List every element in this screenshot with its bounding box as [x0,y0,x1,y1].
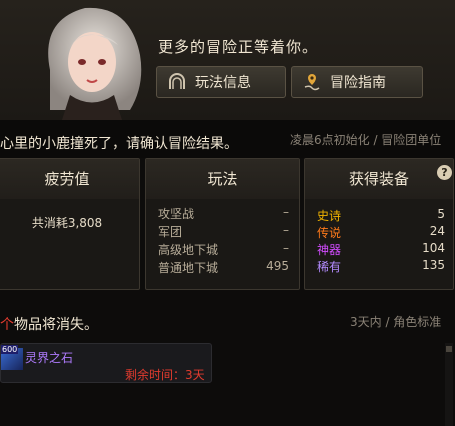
vanishing-item-card[interactable]: 600 灵界之石 剩余时间：3天 [0,343,212,383]
play-row-label: 攻坚战 [158,207,195,221]
play-info-button[interactable]: 玩法信息 [156,66,286,98]
play-info-label: 玩法信息 [195,75,251,91]
equipment-row: 稀有 135 [317,258,445,276]
equipment-row: 史诗 5 [317,207,445,225]
equipment-row-value: 135 [422,258,445,272]
fatigue-panel: 疲劳值 共消耗3,808 [0,158,140,290]
fatigue-total-value: 3,808 [67,216,103,230]
vanish-title: 个物品将消失。 [0,314,98,334]
vanish-hint: 3天内 / 角色标准 [350,315,442,329]
play-row-label: 高级地下城 [158,243,219,257]
reset-info: 凌晨6点初始化 / 冒险团单位 [290,133,442,147]
equipment-row-label: 史诗 [317,209,342,223]
play-row: 攻坚战 – [158,205,289,222]
play-panel: 玩法 攻坚战 – 军团 – 高级地下城 – 普通地下城 495 [145,158,300,290]
equipment-row-value: 104 [422,241,445,255]
greeting-text: 更多的冒险正等着你。 [158,38,319,56]
map-pin-icon [304,74,320,91]
equipment-row-label: 传说 [317,226,342,240]
scrollbar-thumb[interactable] [446,346,452,352]
equipment-row: 传说 24 [317,224,445,242]
play-row: 高级地下城 – [158,241,289,258]
character-portrait [30,0,150,120]
equipment-row-label: 神器 [317,243,342,257]
equipment-row-label: 稀有 [317,260,342,274]
result-message-main: 请确认冒险结果。 [126,136,238,152]
play-row: 普通地下城 495 [158,259,289,276]
play-row-label: 军团 [158,225,183,239]
play-row-value: – [283,223,289,237]
fatigue-total-label: 共消耗 [31,216,68,230]
scrollbar-track[interactable] [445,343,453,426]
adventure-guide-button[interactable]: 冒险指南 [291,66,423,98]
equipment-title: 获得装备 [305,159,453,199]
arch-icon [169,73,185,89]
equipment-row: 神器 104 [317,241,445,259]
vanish-title-highlight: 个 [0,317,14,333]
result-message: 心里的小鹿撞死了，请确认冒险结果。 [0,133,238,153]
item-remaining-time: 剩余时间：3天 [125,368,205,382]
item-name: 灵界之石 [25,351,74,365]
adventure-guide-label: 冒险指南 [330,75,386,91]
help-icon[interactable]: ? [437,165,452,180]
equipment-panel: 获得装备 史诗 5 传说 24 神器 104 稀有 135 [304,158,454,290]
result-message-prefix: 心里的小鹿撞死了， [0,136,126,152]
fatigue-title: 疲劳值 [0,159,139,199]
equipment-row-value: 5 [437,207,445,221]
item-level-badge: 600 [1,345,19,354]
play-row-value: – [283,241,289,255]
fatigue-total: 共消耗3,808 [0,214,139,231]
play-row-label: 普通地下城 [158,261,219,275]
play-row: 军团 – [158,223,289,240]
vanish-title-rest: 物品将消失。 [14,317,98,333]
play-row-value: 495 [266,259,289,273]
play-title: 玩法 [146,159,299,199]
equipment-row-value: 24 [429,224,445,238]
play-row-value: – [283,205,289,219]
